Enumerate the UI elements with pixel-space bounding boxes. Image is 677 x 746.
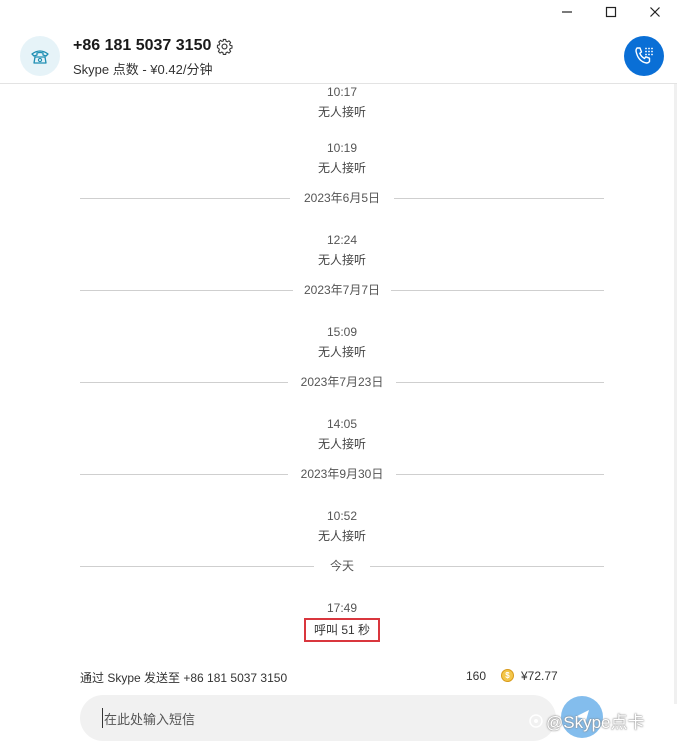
call-duration-highlight: 呼叫 51 秒 — [303, 618, 381, 642]
window-controls — [545, 0, 677, 24]
call-time: 15:09 — [326, 325, 358, 339]
call-entry: 14:05 无人接听 — [0, 416, 677, 452]
contact-title: +86 181 5037 3150 — [73, 37, 233, 55]
date-label: 今天 — [323, 559, 360, 573]
sms-input[interactable] — [102, 707, 536, 731]
avatar[interactable] — [20, 36, 60, 76]
call-status: 无人接听 — [317, 529, 366, 543]
call-status: 无人接听 — [317, 345, 366, 359]
date-label: 2023年6月5日 — [297, 191, 387, 205]
call-time: 10:17 — [326, 85, 358, 99]
sms-credit-count: 160 — [466, 669, 487, 683]
call-status: 无人接听 — [317, 105, 366, 119]
telephone-icon — [31, 50, 49, 64]
date-label: 2023年7月7日 — [297, 283, 387, 297]
minimize-button[interactable] — [545, 0, 589, 24]
call-time: 10:52 — [326, 509, 358, 523]
call-entry: 10:52 无人接听 — [0, 508, 677, 544]
dial-call-button[interactable] — [624, 36, 664, 76]
date-divider: 2023年9月30日 — [80, 466, 604, 482]
call-entry: 15:09 无人接听 — [0, 324, 677, 360]
call-time: 17:49 — [326, 601, 358, 615]
watermark-logo-icon — [529, 713, 543, 728]
date-label: 2023年9月30日 — [294, 467, 390, 481]
maximize-button[interactable] — [589, 0, 633, 24]
call-entry: 10:17 无人接听 — [0, 84, 677, 120]
message-composer — [80, 695, 556, 741]
conversation-header: +86 181 5037 3150 Skype 点数 - ¥0.42/分钟 — [0, 24, 677, 84]
date-divider: 2023年7月7日 — [80, 282, 604, 298]
minimize-icon — [562, 11, 572, 13]
close-icon — [650, 7, 660, 17]
phone-dialpad-icon — [635, 47, 653, 64]
date-divider: 2023年7月23日 — [80, 374, 604, 390]
call-entry: 17:49 呼叫 51 秒 — [0, 600, 677, 642]
send-info: 通过 Skype 发送至 +86 181 5037 3150 — [80, 671, 288, 685]
date-divider: 今天 — [80, 558, 604, 574]
call-status: 无人接听 — [317, 253, 366, 267]
rate-subtitle: Skype 点数 - ¥0.42/分钟 — [73, 62, 213, 77]
date-divider: 2023年6月5日 — [80, 190, 604, 206]
call-entry: 10:19 无人接听 — [0, 140, 677, 176]
call-entry: 12:24 无人接听 — [0, 232, 677, 268]
maximize-icon — [605, 6, 617, 18]
call-time: 10:19 — [326, 141, 358, 155]
skype-credit-coin-icon: $ — [501, 669, 514, 682]
credit-balance[interactable]: ¥72.77 — [521, 669, 558, 683]
call-status: 无人接听 — [317, 161, 366, 175]
call-status: 无人接听 — [317, 437, 366, 451]
watermark: @Skype点卡 — [529, 708, 645, 733]
text-caret — [102, 708, 103, 728]
contact-number: +86 181 5037 3150 — [73, 37, 212, 54]
call-history: 10:17 无人接听 10:19 无人接听 2023年6月5日 12:24 无人… — [0, 84, 677, 664]
call-time: 12:24 — [326, 233, 358, 247]
gear-icon[interactable] — [216, 38, 233, 55]
close-button[interactable] — [633, 0, 677, 24]
date-label: 2023年7月23日 — [294, 375, 390, 389]
call-time: 14:05 — [326, 417, 358, 431]
watermark-text: @Skype点卡 — [546, 713, 645, 732]
